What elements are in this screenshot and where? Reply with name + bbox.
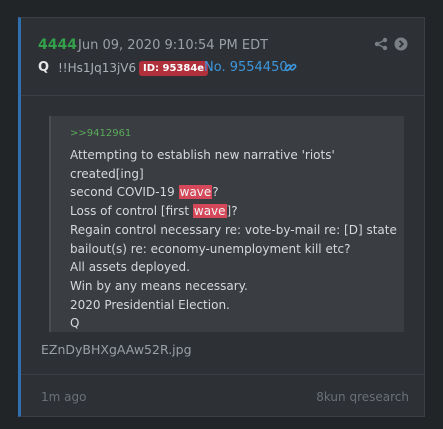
quote-line: Regain control necessary re: vote-by-mai…: [70, 222, 397, 237]
quote-line: Win by any means necessary.: [70, 278, 248, 293]
arrow-right-circle-icon[interactable]: [394, 37, 408, 51]
search-highlight: wave: [192, 204, 227, 219]
source-board: 8kun qresearch: [316, 390, 409, 404]
tripcode: !!Hs1Jq13jV6: [58, 61, 137, 75]
post-number[interactable]: 4444: [38, 37, 77, 53]
post-reference-link[interactable]: No. 9554450: [204, 60, 288, 75]
reply-reference-link[interactable]: >>9412961: [70, 128, 131, 139]
quote-line: 2020 Presidential Election.: [70, 297, 230, 312]
post-date: Jun 09, 2020 9:10:54 PM EDT: [78, 38, 269, 53]
post-card: 4444 Jun 09, 2020 9:10:54 PM EDT Q !!Hs1…: [18, 17, 425, 417]
quote-line: Loss of control [first wave]?: [70, 204, 238, 219]
attachment-filename[interactable]: EZnDyBHXgAAw52R.jpg: [41, 342, 192, 357]
quoted-text: Attempting to establish new narrative 'r…: [70, 146, 400, 333]
post-footer: 1m ago 8kun qresearch: [21, 374, 424, 416]
time-ago: 1m ago: [41, 390, 87, 404]
link-icon[interactable]: [284, 61, 297, 74]
quoted-post: >>9412961 Attempting to establish new na…: [49, 116, 404, 332]
quote-line: All assets deployed.: [70, 260, 190, 275]
post-header: 4444 Jun 09, 2020 9:10:54 PM EDT Q !!Hs1…: [21, 18, 424, 96]
quote-line: second COVID-19 wave?: [70, 185, 219, 200]
quote-line: bailout(s) re: economy-unemployment kill…: [70, 241, 351, 256]
search-highlight: wave: [178, 185, 213, 200]
quote-signature: Q: [70, 316, 80, 331]
quote-line: Attempting to establish new narrative 'r…: [70, 148, 335, 181]
author-name: Q: [38, 60, 50, 75]
share-icon[interactable]: [374, 37, 388, 51]
id-badge[interactable]: ID: 95384e: [139, 61, 209, 76]
